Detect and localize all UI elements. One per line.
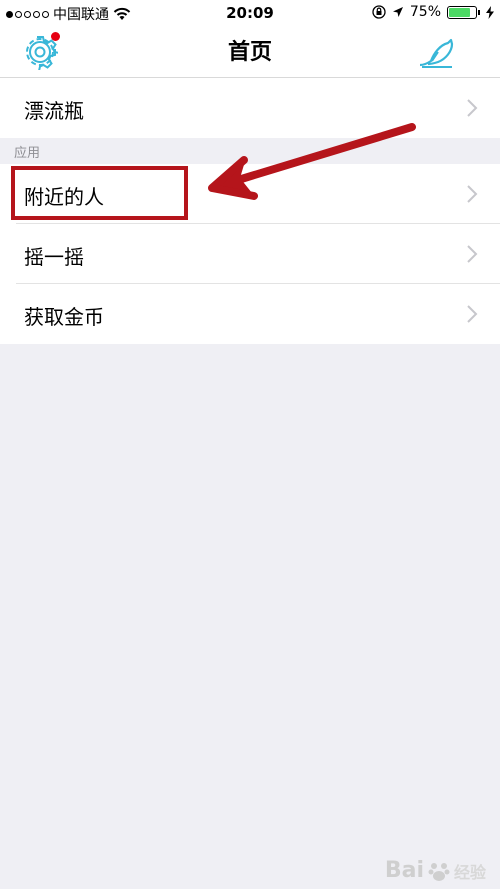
list-item-get-coins[interactable]: 获取金币 [0, 284, 500, 344]
list-item-drift-bottle[interactable]: 漂流瓶 [0, 78, 500, 138]
drift-bottle-label: 漂流瓶 [24, 99, 84, 123]
charging-bolt-icon [486, 5, 494, 19]
compose-button[interactable] [418, 35, 454, 69]
battery-icon [447, 5, 477, 19]
nav-bar: 首页 [0, 26, 500, 78]
section-header-apps: 应用 [0, 138, 500, 162]
chevron-right-icon [467, 245, 478, 263]
paw-icon [428, 862, 450, 881]
list-item-shake[interactable]: 摇一摇 [0, 224, 500, 284]
annotation-highlight-box [11, 166, 188, 220]
watermark-sub: 经验 [453, 862, 486, 882]
battery-percent: 75% [409, 4, 441, 20]
get-coins-label: 获取金币 [24, 305, 104, 329]
chevron-right-icon [467, 305, 478, 323]
chevron-right-icon [467, 99, 478, 117]
rotation-lock-icon [372, 5, 386, 19]
shake-label: 摇一摇 [24, 245, 84, 269]
section-title: 应用 [14, 146, 41, 161]
bird-icon [419, 38, 454, 68]
baidu-watermark: Bai 经验 [385, 858, 486, 883]
chevron-right-icon [467, 185, 478, 203]
location-arrow-icon [392, 7, 403, 17]
watermark-text: Bai [384, 858, 424, 883]
battery-cap [478, 9, 480, 15]
status-right: 75% [372, 4, 494, 20]
status-bar: 中国联通 20:09 75% [0, 0, 500, 26]
